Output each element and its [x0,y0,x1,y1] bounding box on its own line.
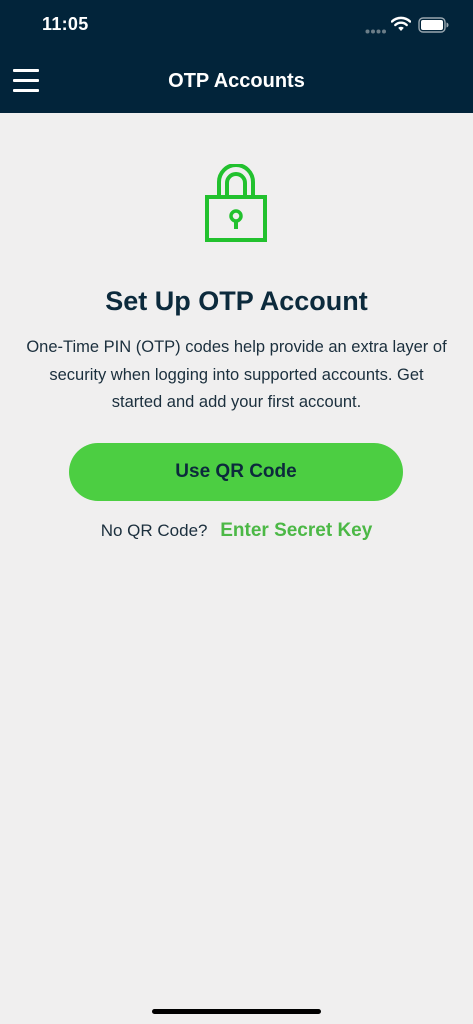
home-indicator[interactable] [152,1009,321,1014]
lock-icon [205,164,267,242]
setup-heading: Set Up OTP Account [105,286,368,316]
wifi-icon [391,16,411,31]
secret-key-row: No QR Code? Enter Secret Key [0,520,473,542]
status-time: 11:05 [42,14,89,34]
no-qr-code-text: No QR Code? [100,521,208,540]
use-qr-code-button[interactable]: Use QR Code [69,443,403,501]
top-bar: 11:05 OTP Accounts [0,0,473,113]
setup-description: One-Time PIN (OTP) codes help provide an… [26,338,447,411]
page-title: OTP Accounts [168,70,305,92]
enter-secret-key-link[interactable]: Enter Secret Key [220,520,372,541]
battery-icon [418,17,449,33]
cellular-signal-icon [365,29,386,34]
